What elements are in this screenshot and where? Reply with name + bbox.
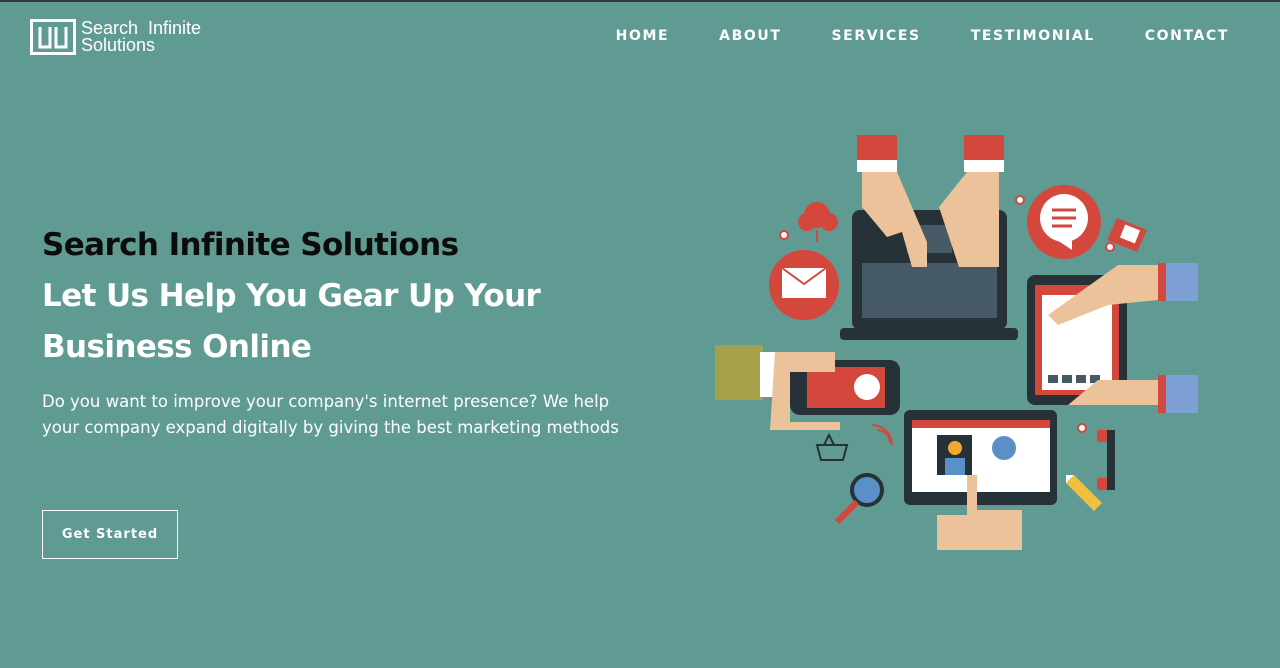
nav-contact[interactable]: CONTACT	[1145, 28, 1229, 44]
nav-testimonial[interactable]: TESTIMONIAL	[971, 28, 1095, 44]
hero-section: Search Infinite Solutions Let Us Help Yo…	[42, 224, 642, 440]
chat-bubble-icon	[1027, 185, 1101, 259]
get-started-button[interactable]: Get Started	[42, 510, 178, 559]
main-nav: HOME ABOUT SERVICES TESTIMONIAL CONTACT	[566, 28, 1229, 44]
nav-services[interactable]: SERVICES	[832, 28, 921, 44]
digital-marketing-illustration	[715, 135, 1198, 550]
pencil-icon	[1066, 475, 1102, 511]
monitor-icon	[904, 410, 1057, 505]
brand-name-line2: Solutions	[81, 35, 156, 55]
hero-title: Search Infinite Solutions	[42, 227, 459, 263]
hero-description: Do you want to improve your company's in…	[42, 392, 619, 437]
cloud-icon	[798, 202, 838, 242]
shopping-basket-icon	[815, 432, 849, 461]
wifi-signal-icon	[871, 424, 893, 446]
brand-name: Search Infinite Solutions	[81, 19, 201, 55]
hero-subtitle-line1: Let Us Help You Gear Up Your	[42, 278, 541, 314]
phone-handset-icon	[1097, 430, 1115, 490]
magnifier-icon	[834, 473, 884, 525]
logo-mark-icon	[30, 19, 76, 55]
hero-subtitle: Let Us Help You Gear Up Your Business On…	[42, 271, 642, 373]
hero-subtitle-line2: Business Online	[42, 329, 312, 365]
mail-icon	[769, 250, 839, 320]
nav-about[interactable]: ABOUT	[719, 28, 781, 44]
brand-logo[interactable]: Search Infinite Solutions	[30, 19, 201, 55]
nav-home[interactable]: HOME	[616, 28, 670, 44]
